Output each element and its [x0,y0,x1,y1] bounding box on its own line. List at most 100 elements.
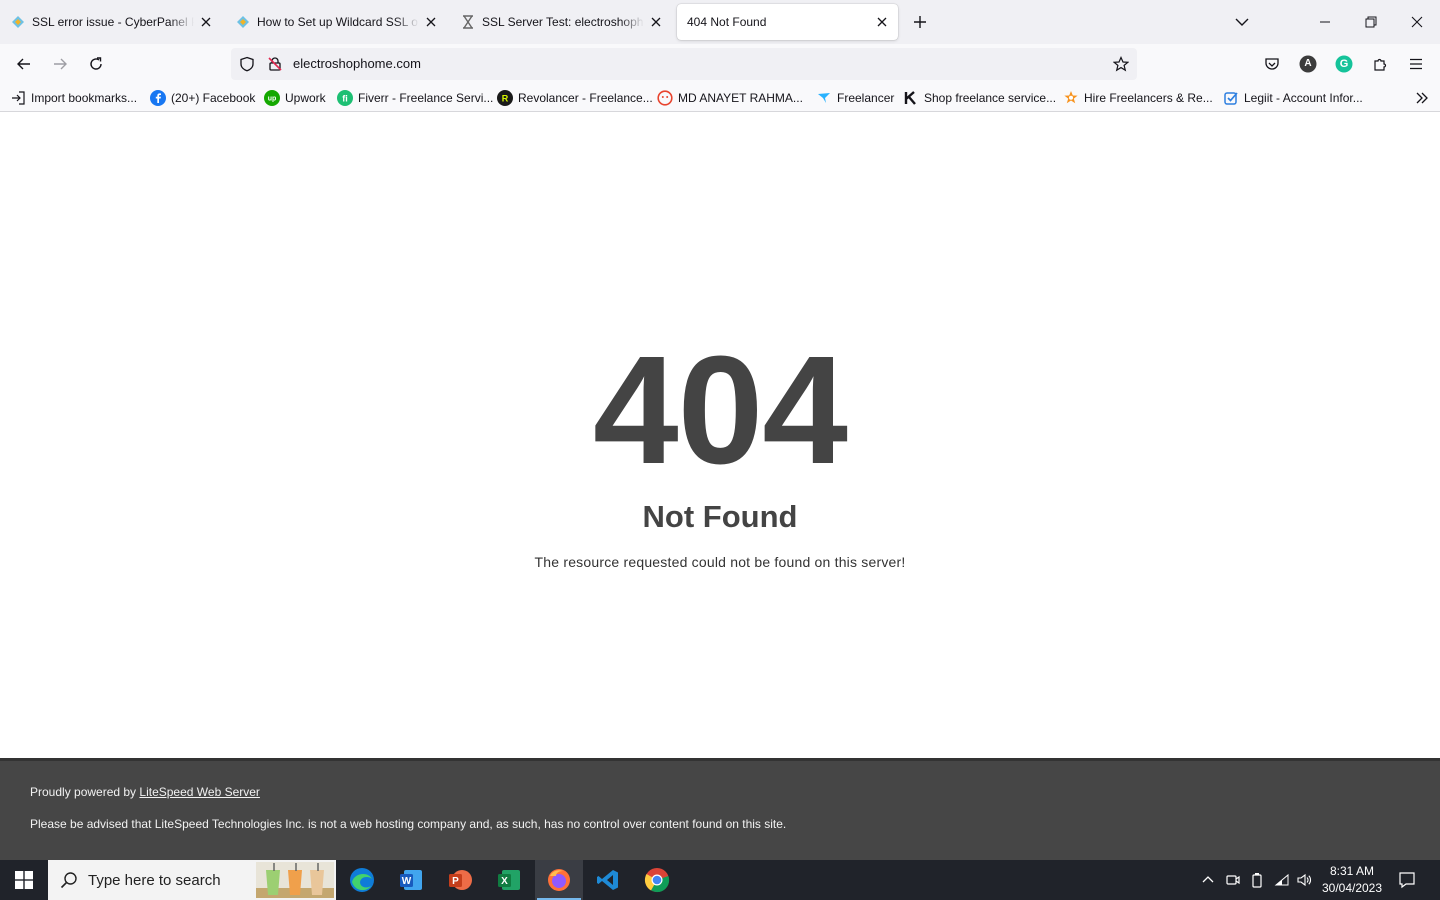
error-code: 404 [593,324,848,496]
bookmark-star-icon[interactable] [1113,56,1129,72]
upwork-icon: up [264,90,280,106]
svg-text:X: X [501,876,508,887]
taskbar-firefox[interactable] [535,860,583,900]
error-heading: Not Found [642,499,798,534]
shield-icon[interactable] [239,56,255,72]
notification-icon [1399,872,1415,889]
app-menu-button[interactable] [1402,50,1430,78]
chevron-double-right-icon[interactable] [1414,90,1430,106]
tab-ssl-server-test[interactable]: SSL Server Test: electroshophom [450,4,672,40]
powerpoint-icon: P [449,870,472,890]
clock-date: 30/04/2023 [1321,881,1383,895]
bookmark-fiverr[interactable]: fi Fiverr - Freelance Servi... [337,89,493,107]
restore-button[interactable] [1348,0,1394,44]
bookmark-label: MD ANAYET RAHMA... [678,91,803,105]
list-all-tabs-button[interactable] [1228,8,1256,36]
bookmark-label: Shop freelance service... [924,91,1057,105]
search-icon [60,872,77,889]
bookmark-revolancer[interactable]: R Revolancer - Freelance... [497,89,653,107]
svg-text:fi: fi [342,94,348,104]
back-button[interactable] [10,50,38,78]
bookmark-label: Revolancer - Freelance... [518,91,653,105]
page-footer: Proudly powered by LiteSpeed Web Server … [0,758,1440,860]
chevron-up-icon [1202,876,1214,883]
hourglass-icon [460,14,476,30]
network-button[interactable] [1272,870,1292,890]
close-icon[interactable] [423,14,439,30]
bubble-tea-illustration-icon [256,862,334,898]
notification-center-button[interactable] [1397,870,1417,890]
system-clock[interactable]: 8:31 AM 30/04/2023 [1316,863,1388,897]
bookmark-upwork[interactable]: up Upwork [264,89,326,107]
powered-by-prefix: Proudly powered by [30,785,140,799]
tab-cyberpanel-ssl[interactable]: SSL error issue - CyberPanel Pro [0,4,222,40]
powered-by-line: Proudly powered by LiteSpeed Web Server [30,785,260,799]
arrow-right-icon [54,58,67,70]
bookmark-hire-freelancers[interactable]: Hire Freelancers & Re... [1063,89,1213,107]
new-tab-button[interactable] [906,8,934,36]
page-content: 404 Not Found The resource requested cou… [0,113,1440,758]
close-icon[interactable] [648,14,664,30]
taskbar-chrome[interactable] [633,860,681,900]
pocket-button[interactable] [1258,50,1286,78]
reload-icon [90,57,102,70]
tab-404-not-found[interactable]: 404 Not Found [677,4,898,40]
litespeed-link[interactable]: LiteSpeed Web Server [139,785,260,799]
insecure-lock-icon[interactable] [267,56,283,72]
bookmark-facebook[interactable]: (20+) Facebook [150,89,255,107]
clock-time: 8:31 AM [1329,864,1375,878]
bookmark-label: Fiverr - Freelance Servi... [358,91,494,105]
tab-title: How to Set up Wildcard SSL on [257,15,419,29]
close-icon [1411,16,1423,28]
bookmark-md-anayet[interactable]: MD ANAYET RAHMA... [657,89,803,107]
fiverr-icon: fi [337,90,353,106]
cyberpanel-icon [10,14,26,30]
close-icon[interactable] [198,14,214,30]
tab-title: 404 Not Found [687,15,767,29]
taskbar-search[interactable]: Type here to search [48,860,336,900]
taskbar-vscode[interactable] [584,860,632,900]
url-bar[interactable]: electroshophome.com [231,48,1137,80]
bookmark-label: (20+) Facebook [171,91,256,105]
star-burst-icon [1063,90,1079,106]
minimize-button[interactable] [1302,0,1348,44]
battery-button[interactable] [1247,870,1267,890]
reload-button[interactable] [82,50,110,78]
start-button[interactable] [0,860,48,900]
profile-extension-button[interactable]: A [1294,50,1322,78]
meet-now-button[interactable] [1223,870,1243,890]
minimize-icon [1320,21,1330,23]
tab-wildcard-ssl[interactable]: How to Set up Wildcard SSL on [225,4,447,40]
bookmark-kwork[interactable]: Shop freelance service... [903,89,1056,107]
bookmark-freelancer[interactable]: Freelancer [816,89,894,107]
windows-logo-icon [15,871,33,889]
edge-icon [350,868,374,892]
taskbar-edge[interactable] [338,860,386,900]
close-window-button[interactable] [1394,0,1440,44]
excel-icon: X [498,870,520,890]
taskbar-excel[interactable]: X [485,860,533,900]
show-hidden-icons-button[interactable] [1198,870,1218,890]
disclaimer-text: Please be advised that LiteSpeed Technol… [30,817,787,831]
extensions-button[interactable] [1366,50,1394,78]
volume-button[interactable] [1294,870,1314,890]
taskbar-powerpoint[interactable]: P [436,860,484,900]
bookmark-legiit[interactable]: Legiit - Account Infor... [1223,89,1363,107]
import-icon [10,90,26,106]
revolancer-icon: R [497,90,513,106]
url-text[interactable]: electroshophome.com [293,56,421,72]
speaker-icon [1297,873,1311,887]
svg-text:up: up [268,96,277,103]
forward-button[interactable] [46,50,74,78]
close-icon[interactable] [874,14,890,30]
grammarly-extension-button[interactable]: G [1330,50,1358,78]
taskbar-word[interactable]: W [387,860,435,900]
svg-text:R: R [502,94,509,104]
chevron-down-icon [1235,18,1249,26]
bookmark-label: Freelancer [837,91,895,105]
vscode-icon [597,870,618,890]
firefox-icon [548,869,570,891]
svg-text:W: W [402,876,412,887]
kwork-icon [903,90,919,106]
bookmark-import[interactable]: Import bookmarks... [10,89,137,107]
